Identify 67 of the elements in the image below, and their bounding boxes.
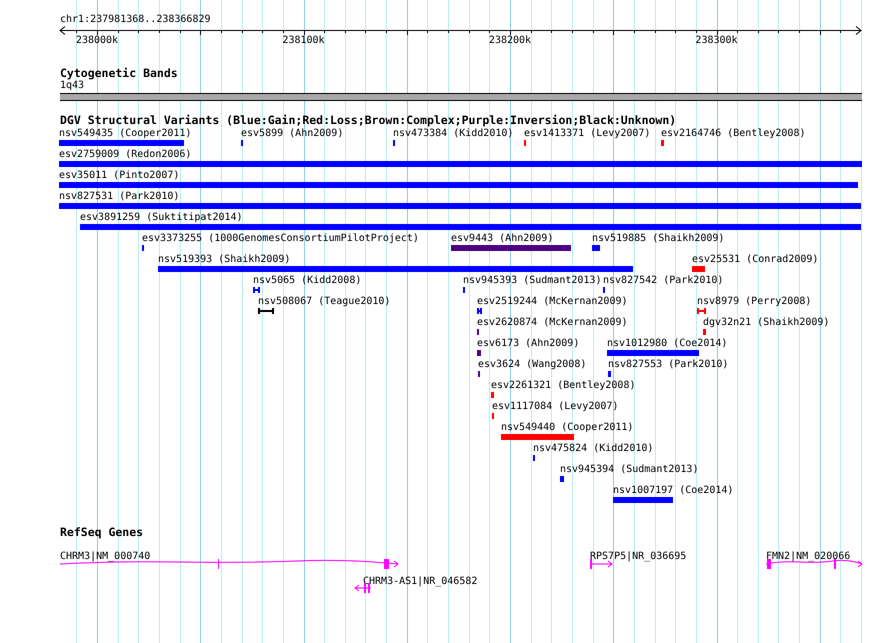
variant-bar[interactable]	[59, 203, 861, 209]
gene-label[interactable]: RPS7P5|NR_036695	[590, 551, 686, 562]
variant-label[interactable]: nsv8979 (Perry2008)	[697, 296, 812, 307]
variant-label[interactable]: esv2519244 (McKernan2009)	[477, 296, 628, 307]
ruler-tick-label: 238200k	[488, 35, 532, 47]
variant-label[interactable]: esv3624 (Wang2008)	[478, 359, 586, 370]
variant-label[interactable]: nsv827553 (Park2010)	[608, 359, 728, 370]
variant-label[interactable]: nsv519393 (Shaikh2009)	[158, 254, 290, 265]
variant-label[interactable]: esv1413371 (Levy2007)	[524, 128, 650, 139]
variant-bar[interactable]	[592, 245, 600, 251]
variant-label[interactable]: nsv549435 (Cooper2011)	[59, 128, 192, 139]
variant-label[interactable]: nsv945394 (Sudmant2013)	[560, 464, 698, 475]
variant-bar[interactable]	[607, 350, 699, 356]
variant-bar[interactable]	[158, 266, 633, 272]
variant-label[interactable]: nsv827531 (Park2010)	[59, 191, 180, 202]
variant-bar[interactable]	[59, 140, 184, 146]
variant-bar[interactable]	[661, 140, 664, 146]
gene-label[interactable]: CHRM3-AS1|NR_046582	[363, 576, 478, 587]
variant-interval[interactable]	[477, 308, 482, 314]
variant-bar[interactable]	[80, 224, 861, 230]
variant-label[interactable]: esv2620874 (McKernan2009)	[477, 317, 628, 328]
variant-label[interactable]: esv35011 (Pinto2007)	[59, 170, 180, 181]
variant-label[interactable]: esv25531 (Conrad2009)	[692, 254, 818, 265]
variant-label[interactable]: nsv1007197 (Coe2014)	[613, 485, 734, 496]
variant-label[interactable]: nsv508067 (Teague2010)	[258, 296, 390, 307]
gene-label[interactable]: CHRM3|NM_000740	[60, 551, 150, 562]
variant-label[interactable]: nsv473384 (Kidd2010)	[393, 128, 514, 139]
track-title: Cytogenetic Bands	[60, 67, 178, 80]
cytoband-bar[interactable]	[60, 93, 862, 101]
variant-label[interactable]: esv6173 (Ahn2009)	[477, 338, 580, 349]
ruler-tick-label: 238300k	[695, 35, 738, 47]
variant-bar[interactable]	[477, 350, 481, 356]
variant-label[interactable]: nsv519885 (Shaikh2009)	[592, 233, 724, 244]
ruler-tick-label: 238100k	[282, 35, 325, 47]
variant-interval[interactable]	[258, 308, 274, 314]
region-position: chr1:237981368..238366829	[60, 14, 211, 26]
variant-label[interactable]: esv2261321 (Bentley2008)	[491, 380, 636, 391]
gene-label[interactable]: FMN2|NM_020066	[766, 551, 850, 562]
variant-bar[interactable]	[692, 266, 705, 272]
variant-label[interactable]: nsv827542 (Park2010)	[603, 275, 724, 286]
variant-label[interactable]: nsv1012980 (Coe2014)	[607, 338, 728, 349]
variant-interval[interactable]	[253, 287, 260, 293]
variant-bar[interactable]	[491, 392, 494, 398]
variant-bar[interactable]	[608, 371, 611, 377]
variant-bar[interactable]	[59, 182, 858, 188]
band-label: 1q43	[60, 80, 84, 92]
variant-bar[interactable]	[501, 434, 574, 440]
variant-label[interactable]: esv9443 (Ahn2009)	[451, 233, 554, 244]
variant-label[interactable]: esv3891259 (Suktitipat2014)	[80, 212, 243, 223]
variant-label[interactable]: dgv32n21 (Shaikh2009)	[703, 317, 830, 328]
variant-label[interactable]: nsv475824 (Kidd2010)	[533, 443, 654, 454]
track-title: DGV Structural Variants (Blue:Gain;Red:Loss;Brown:Complex;Purple:Inversion;Black:Unknown)	[60, 114, 676, 127]
variant-bar[interactable]	[451, 245, 571, 251]
variant-bar[interactable]	[613, 497, 673, 503]
ruler-tick-label: 238000k	[76, 35, 118, 47]
variant-label[interactable]: esv5899 (Ahn2009)	[241, 128, 344, 139]
variant-label[interactable]: esv2759009 (Redon2006)	[59, 149, 192, 160]
variant-bar[interactable]	[59, 161, 862, 167]
track-title: RefSeq Genes	[60, 526, 144, 539]
variant-label[interactable]: nsv945393 (Sudmant2013)	[463, 275, 602, 286]
variant-label[interactable]: esv1117084 (Levy2007)	[492, 401, 618, 412]
variant-label[interactable]: nsv549440 (Cooper2011)	[501, 422, 634, 433]
variant-label[interactable]: nsv5065 (Kidd2008)	[253, 275, 362, 286]
variant-label[interactable]: esv2164746 (Bentley2008)	[661, 128, 806, 139]
variant-bar[interactable]	[560, 476, 564, 482]
variant-label[interactable]: esv3373255 (1000GenomesConsortiumPilotProject)	[142, 233, 419, 244]
variant-bar[interactable]	[703, 329, 706, 335]
